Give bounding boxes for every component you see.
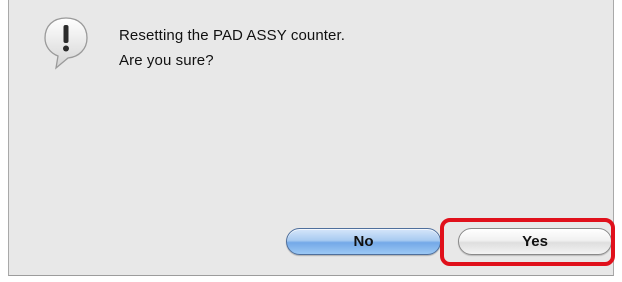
- message-line-2: Are you sure?: [119, 52, 214, 69]
- message-line-1: Resetting the PAD ASSY counter.: [119, 27, 346, 44]
- alert-speech-bubble-icon: [44, 17, 88, 70]
- yes-button[interactable]: Yes: [458, 228, 612, 255]
- dialog-message: Resetting the PAD ASSY counter. Are you …: [119, 23, 345, 73]
- no-button[interactable]: No: [286, 228, 441, 255]
- yes-button-label: Yes: [522, 233, 548, 250]
- confirm-dialog: Resetting the PAD ASSY counter. Are you …: [8, 0, 614, 276]
- no-button-label: No: [353, 233, 374, 250]
